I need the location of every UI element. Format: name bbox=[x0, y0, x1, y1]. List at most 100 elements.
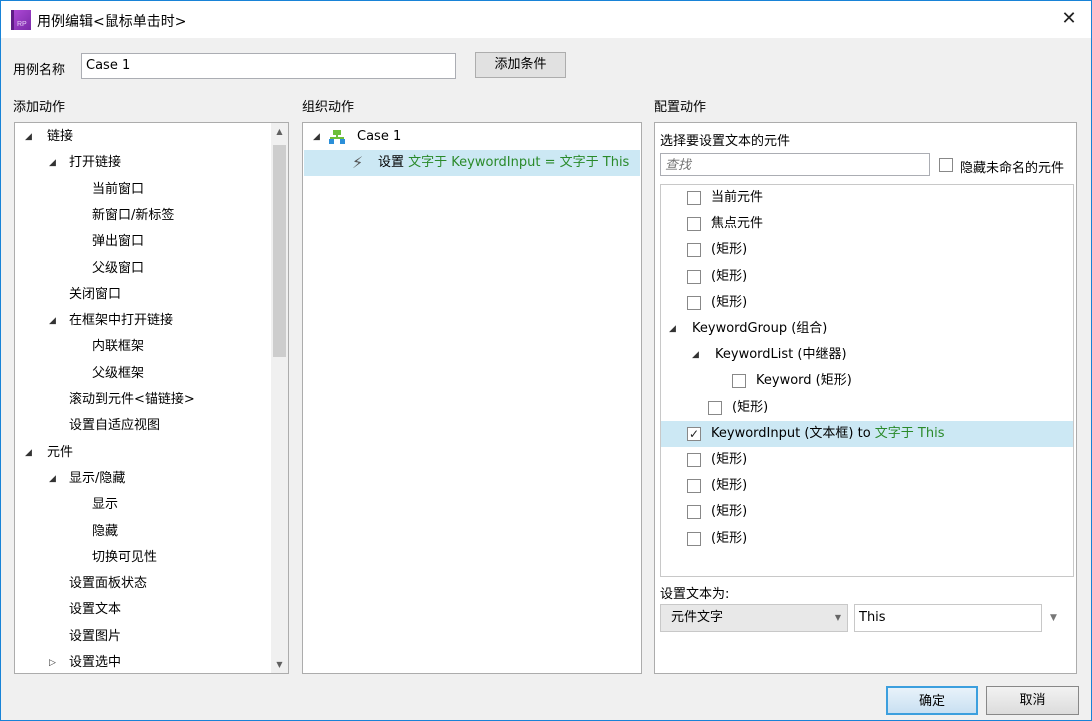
case-name-input[interactable]: Case 1 bbox=[81, 53, 456, 79]
collapse-arrow-icon[interactable]: ◢ bbox=[49, 308, 56, 334]
tree-item[interactable]: 切换可见性 bbox=[15, 545, 288, 571]
widget-name: 当前元件 bbox=[711, 190, 764, 205]
widget-item[interactable]: (矩形) bbox=[661, 526, 1073, 552]
tree-item[interactable]: 设置文本 bbox=[15, 597, 288, 623]
widget-checkbox[interactable] bbox=[687, 217, 701, 232]
scroll-thumb[interactable] bbox=[273, 145, 286, 357]
search-input[interactable] bbox=[660, 153, 930, 176]
fx-dropdown-icon[interactable]: ▼ bbox=[1050, 613, 1057, 623]
tree-item-label: 父级窗口 bbox=[92, 260, 145, 276]
widget-item[interactable]: ◢ KeywordList (中继器) bbox=[661, 342, 1073, 368]
close-icon[interactable]: ✕ bbox=[1057, 7, 1081, 31]
add-condition-button[interactable]: 添加条件 bbox=[475, 52, 566, 78]
text-value-input[interactable]: This bbox=[854, 604, 1042, 632]
widget-name: KeywordGroup (组合) bbox=[692, 321, 828, 336]
widget-label: (矩形) bbox=[732, 395, 768, 421]
widget-checkbox[interactable] bbox=[687, 505, 701, 520]
case-node[interactable]: ◢ Case 1 bbox=[303, 124, 641, 150]
tree-item-label: 链接 bbox=[47, 129, 74, 144]
collapse-arrow-icon[interactable]: ◢ bbox=[25, 440, 32, 466]
ok-button[interactable]: 确定 bbox=[886, 686, 978, 715]
action-text: 设置 文字于 KeywordInput = 文字于 This bbox=[378, 150, 629, 176]
tree-item[interactable]: ◢ 链接 bbox=[15, 124, 288, 150]
widget-item[interactable]: (矩形) bbox=[661, 395, 1073, 421]
widget-item[interactable]: 当前元件 bbox=[661, 185, 1073, 211]
scrollbar[interactable]: ▲ ▼ bbox=[271, 123, 288, 673]
tree-item-label: 关闭窗口 bbox=[69, 286, 122, 302]
tree-item[interactable]: ▷ 设置选中 bbox=[15, 650, 288, 673]
scroll-up-icon[interactable]: ▲ bbox=[271, 123, 288, 140]
widget-item[interactable]: (矩形) bbox=[661, 237, 1073, 263]
collapse-arrow-icon[interactable]: ◢ bbox=[49, 150, 56, 176]
widget-label: (矩形) bbox=[711, 447, 747, 473]
axure-logo-icon: RP bbox=[11, 10, 31, 30]
widget-checkbox[interactable] bbox=[687, 191, 701, 205]
tree-item[interactable]: 滚动到元件<锚链接> bbox=[15, 387, 288, 413]
widget-name: (矩形) bbox=[711, 294, 748, 310]
widget-name: (矩形) bbox=[711, 268, 748, 284]
widget-item[interactable]: (矩形) bbox=[661, 290, 1073, 316]
add-action-header: 添加动作 bbox=[13, 100, 66, 115]
tree-item[interactable]: 新窗口/新标签 bbox=[15, 203, 288, 229]
expand-arrow-icon[interactable]: ▷ bbox=[49, 650, 56, 673]
collapse-arrow-icon[interactable]: ◢ bbox=[49, 466, 56, 492]
tree-item[interactable]: 父级窗口 bbox=[15, 256, 288, 282]
case-editor-dialog: RP 用例编辑<鼠标单击时> ✕ 用例名称 Case 1 添加条件 添加动作 组… bbox=[0, 0, 1092, 721]
tree-item-label: 在框架中打开链接 bbox=[69, 313, 174, 329]
widget-item[interactable]: (矩形) bbox=[661, 499, 1073, 525]
collapse-arrow-icon[interactable]: ◢ bbox=[25, 124, 32, 150]
tree-item[interactable]: 内联框架 bbox=[15, 334, 288, 360]
action-node[interactable]: ⚡ 设置 文字于 KeywordInput = 文字于 This bbox=[304, 150, 640, 176]
tree-item-label: 设置图片 bbox=[69, 628, 122, 644]
text-type-select[interactable]: 元件文字 ▼ bbox=[660, 604, 848, 632]
widget-item[interactable]: ✓ KeywordInput (文本框) to 文字于 This bbox=[661, 420, 1073, 447]
widget-item[interactable]: ◢ KeywordGroup (组合) bbox=[661, 316, 1073, 342]
scroll-down-icon[interactable]: ▼ bbox=[271, 656, 288, 673]
tree-item[interactable]: 父级框架 bbox=[15, 361, 288, 387]
widget-name: (矩形) bbox=[711, 242, 748, 258]
widget-checkbox[interactable] bbox=[732, 374, 746, 389]
tree-item-label: 弹出窗口 bbox=[92, 234, 145, 250]
tree-item[interactable]: 设置面板状态 bbox=[15, 571, 288, 597]
widget-item[interactable]: (矩形) bbox=[661, 447, 1073, 473]
widget-item[interactable]: (矩形) bbox=[661, 473, 1073, 499]
tree-item[interactable]: 关闭窗口 bbox=[15, 282, 288, 308]
hide-unnamed-label: 隐藏未命名的元件 bbox=[960, 161, 1065, 176]
widget-label: KeywordList (中继器) bbox=[715, 342, 847, 368]
tree-item[interactable]: 弹出窗口 bbox=[15, 229, 288, 255]
widget-checkbox[interactable] bbox=[687, 453, 701, 467]
tree-item[interactable]: ◢ 在框架中打开链接 bbox=[15, 308, 288, 334]
widget-name: 焦点元件 bbox=[711, 216, 764, 232]
widget-item[interactable]: 焦点元件 bbox=[661, 211, 1073, 237]
widget-checkbox[interactable] bbox=[708, 400, 722, 415]
tree-item[interactable]: 显示 bbox=[15, 492, 288, 518]
tree-item[interactable]: ◢ 打开链接 bbox=[15, 150, 288, 176]
tree-item[interactable]: 设置自适应视图 bbox=[15, 413, 288, 439]
widget-list: 当前元件 焦点元件 (矩形) (矩形) (矩形) ◢ KeywordGroup (组合) ◢ K… bbox=[660, 184, 1074, 577]
widget-label: (矩形) bbox=[711, 290, 747, 316]
widget-checkbox[interactable] bbox=[687, 479, 701, 494]
widget-checkbox[interactable] bbox=[687, 243, 701, 258]
collapse-arrow-icon[interactable]: ◢ bbox=[692, 342, 699, 368]
widget-name: Keyword (矩形) bbox=[756, 373, 852, 389]
widget-item[interactable]: (矩形) bbox=[661, 264, 1073, 290]
tree-item[interactable]: ◢ 元件 bbox=[15, 440, 288, 466]
tree-item[interactable]: 隐藏 bbox=[15, 519, 288, 545]
expand-arrow-icon[interactable]: ◢ bbox=[313, 124, 320, 150]
tree-item[interactable]: 当前窗口 bbox=[15, 177, 288, 203]
widget-checkbox[interactable] bbox=[687, 295, 701, 310]
tree-item-label: 设置自适应视图 bbox=[69, 418, 161, 434]
widget-item[interactable]: Keyword (矩形) bbox=[661, 368, 1073, 394]
tree-item-label: 新窗口/新标签 bbox=[92, 207, 175, 223]
tree-item[interactable]: 设置图片 bbox=[15, 624, 288, 650]
tree-item[interactable]: ◢ 显示/隐藏 bbox=[15, 466, 288, 492]
widget-checkbox[interactable] bbox=[687, 269, 701, 284]
cancel-button[interactable]: 取消 bbox=[986, 686, 1079, 715]
action-detail: 文字于 KeywordInput = 文字于 This bbox=[408, 155, 630, 170]
widget-checkbox[interactable]: ✓ bbox=[687, 426, 701, 441]
case-label: Case 1 bbox=[357, 129, 402, 144]
hide-unnamed-checkbox[interactable] bbox=[939, 158, 953, 172]
tree-item-label: 滚动到元件<锚链接> bbox=[69, 392, 195, 407]
collapse-arrow-icon[interactable]: ◢ bbox=[669, 316, 676, 342]
widget-checkbox[interactable] bbox=[687, 531, 701, 546]
